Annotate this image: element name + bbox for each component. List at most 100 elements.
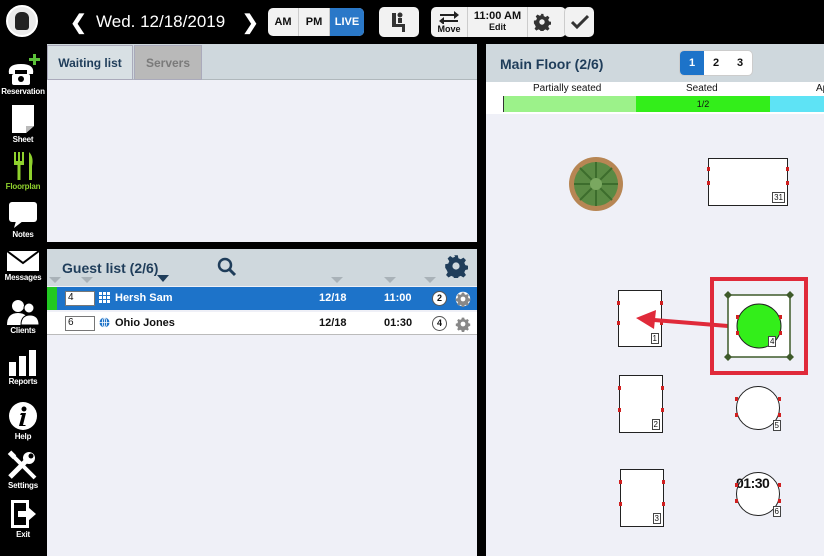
sidebar-label: Notes: [12, 230, 34, 239]
plant-decoration: [569, 157, 623, 211]
guest-name: Hersh Sam: [115, 292, 173, 304]
row-gear-icon[interactable]: [455, 316, 471, 332]
sort-arrow-active-icon[interactable]: [157, 275, 169, 282]
sidebar-item-sheet[interactable]: Sheet: [0, 104, 46, 144]
status-partial-bar: [503, 96, 636, 112]
guest-row[interactable]: 6 Ohio Jones 12/18 01:30 4: [47, 312, 477, 335]
guest-time: 01:30: [384, 317, 413, 329]
app-logo: [6, 5, 38, 37]
waiting-tabs: Waiting list Servers: [47, 44, 477, 80]
settings-button[interactable]: [527, 7, 555, 37]
move-edit-group: Move 11:00 AM Edit: [431, 7, 566, 37]
sidebar-label: Settings: [8, 481, 38, 490]
pm-button[interactable]: PM: [299, 8, 330, 36]
edit-label: Edit: [489, 22, 506, 32]
sort-arrow-icon[interactable]: [49, 277, 61, 283]
table-number: 5: [772, 420, 781, 431]
waiting-panel: Waiting list Servers: [47, 44, 477, 242]
party-qty-field[interactable]: 6: [65, 316, 95, 331]
info-icon: [9, 402, 37, 430]
status-approaching-bar: [770, 96, 824, 112]
top-bar: ❮ Wed. 12/18/2019 ❯ AM PM LIVE Move 11:0…: [46, 0, 824, 44]
grid-icon: [99, 292, 110, 303]
sidebar-item-clients[interactable]: Clients: [0, 299, 46, 335]
floor-header: Main Floor (2/6) 1 2 3: [486, 44, 824, 82]
sidebar-label: Help: [14, 432, 32, 441]
table-number: 4: [768, 336, 777, 347]
tools-icon: [7, 450, 37, 480]
sidebar-item-reports[interactable]: Reports: [0, 350, 46, 386]
sidebar-item-exit[interactable]: Exit: [0, 499, 46, 539]
party-size-badge: 2: [432, 291, 447, 306]
floor-title: Main Floor (2/6): [500, 56, 604, 72]
edit-time-value: 11:00 AM: [473, 10, 522, 22]
sidebar-item-reservation[interactable]: Reservation: [0, 52, 46, 96]
guest-settings-gear-icon[interactable]: [444, 254, 468, 278]
prev-date-chevron-icon[interactable]: ❮: [70, 10, 87, 35]
status-indicator: [47, 287, 57, 310]
speech-bubble-icon: [9, 202, 37, 228]
table-2[interactable]: 2: [618, 375, 664, 433]
table-number: 31: [772, 192, 785, 203]
status-seated-bar: 1/2: [636, 96, 770, 112]
sort-arrow-icon[interactable]: [424, 277, 436, 283]
gear-icon: [533, 13, 551, 31]
sort-arrow-icon[interactable]: [384, 277, 396, 283]
status-legend: Partially seated Seated Ap 1/2: [486, 82, 824, 114]
tab-waiting-list[interactable]: Waiting list: [47, 45, 133, 80]
status-seated-label: Seated: [686, 83, 718, 94]
am-button[interactable]: AM: [268, 8, 299, 36]
guest-list-header: Guest list (2/6): [47, 249, 477, 286]
table-4[interactable]: [722, 289, 796, 363]
floor-page-1[interactable]: 1: [680, 51, 704, 75]
guest-name: Ohio Jones: [115, 317, 175, 329]
envelope-icon: [6, 250, 40, 271]
fork-knife-icon: [14, 152, 33, 180]
exit-icon: [11, 500, 36, 528]
users-icon: [7, 300, 39, 325]
table-number: 2: [651, 419, 660, 430]
status-partial-label: Partially seated: [533, 83, 602, 94]
move-button[interactable]: Move: [431, 10, 467, 34]
globe-icon: [99, 317, 110, 328]
guest-list-title: Guest list (2/6): [62, 260, 159, 276]
sort-arrow-icon[interactable]: [81, 277, 93, 283]
guest-list-panel: Guest list (2/6) 4 Hersh Sam 12/18 11:00…: [47, 249, 477, 556]
table-number: 6: [772, 506, 781, 517]
edit-time-button[interactable]: 11:00 AM Edit: [467, 7, 527, 37]
current-date: Wed. 12/18/2019: [96, 12, 226, 31]
sidebar-item-floorplan[interactable]: Floorplan: [0, 151, 46, 191]
sidebar-item-messages[interactable]: Messages: [0, 250, 46, 282]
confirm-button[interactable]: [564, 7, 594, 37]
floor-page-selector: 1 2 3: [679, 50, 753, 76]
row-gear-icon[interactable]: [455, 291, 471, 307]
left-pane: Waiting list Servers Guest list (2/6) 4: [46, 44, 478, 556]
guest-time: 11:00: [384, 292, 412, 304]
next-date-chevron-icon[interactable]: ❯: [242, 10, 259, 35]
seat-button[interactable]: [379, 7, 419, 37]
sidebar-label: Reservation: [1, 87, 45, 96]
floor-page-2[interactable]: 2: [704, 51, 728, 75]
table-6[interactable]: 01:30 6: [735, 472, 781, 517]
table-5[interactable]: 5: [735, 386, 781, 431]
sidebar: Reservation Sheet Floorplan Notes Messag…: [0, 0, 46, 556]
sidebar-item-help[interactable]: Help: [0, 401, 46, 441]
sidebar-label: Messages: [4, 273, 42, 282]
sidebar-label: Clients: [10, 326, 36, 335]
sidebar-label: Exit: [16, 530, 30, 539]
chair-person-icon: [392, 12, 405, 32]
tab-servers[interactable]: Servers: [134, 45, 202, 80]
live-button[interactable]: LIVE: [330, 8, 364, 36]
status-approaching-label: Ap: [816, 83, 824, 94]
table-reservation-time: 01:30: [736, 475, 770, 491]
guest-row[interactable]: 4 Hersh Sam 12/18 11:00 2: [47, 287, 477, 310]
sidebar-item-settings[interactable]: Settings: [0, 450, 46, 490]
party-qty-field[interactable]: 4: [65, 291, 95, 306]
sidebar-item-notes[interactable]: Notes: [0, 201, 46, 239]
search-icon[interactable]: [217, 257, 237, 277]
sort-arrow-icon[interactable]: [331, 277, 343, 283]
floor-page-3[interactable]: 3: [728, 51, 752, 75]
table-31[interactable]: 31: [707, 158, 789, 206]
table-3[interactable]: 3: [619, 469, 665, 527]
party-size-badge: 4: [432, 316, 447, 331]
